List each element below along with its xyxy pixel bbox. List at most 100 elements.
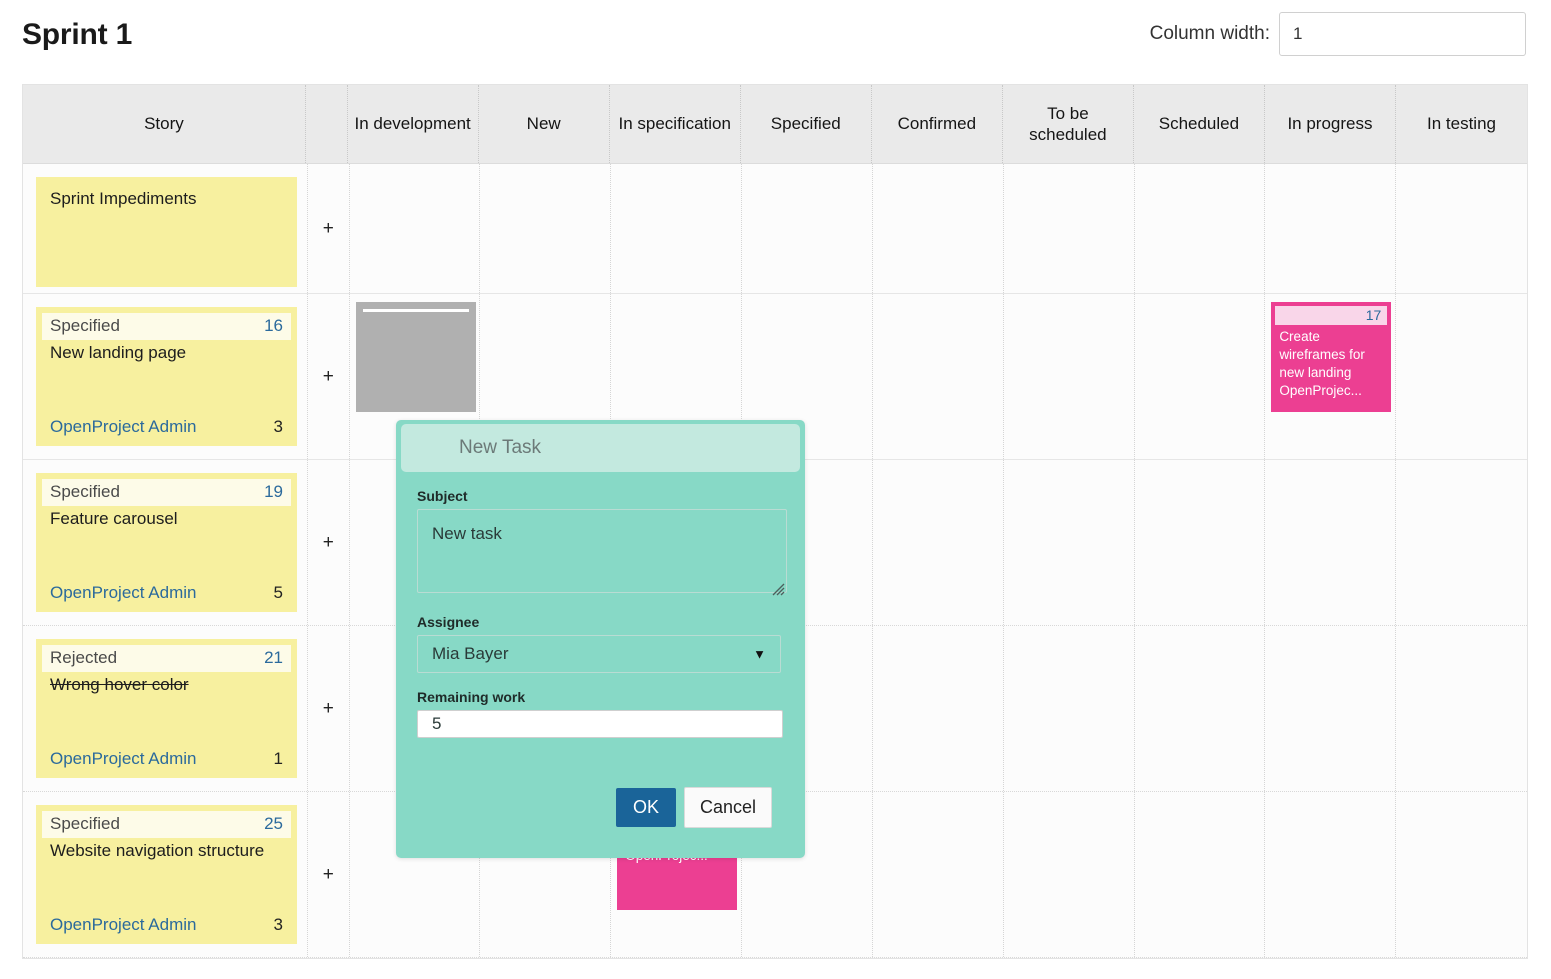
- story-card[interactable]: Specified 16 New landing page OpenProjec…: [36, 307, 297, 446]
- column-header-scheduled: Scheduled: [1134, 85, 1265, 163]
- story-status: Specified: [50, 482, 120, 502]
- assignee-label: Assignee: [417, 614, 784, 630]
- cell-in-testing[interactable]: [1396, 460, 1527, 625]
- chevron-down-icon: ▼: [753, 647, 766, 662]
- cell-in-progress[interactable]: [1265, 164, 1396, 293]
- column-width-label: Column width:: [1150, 23, 1270, 45]
- ok-button[interactable]: OK: [616, 788, 676, 827]
- story-id[interactable]: 21: [264, 648, 283, 668]
- column-header-in-testing: In testing: [1396, 85, 1527, 163]
- story-card[interactable]: Specified 19 Feature carousel OpenProjec…: [36, 473, 297, 612]
- story-status-bar: Specified 19: [42, 479, 291, 506]
- cancel-button[interactable]: Cancel: [684, 787, 772, 828]
- subject-input[interactable]: [417, 509, 787, 593]
- cell-in-testing[interactable]: [1396, 164, 1527, 293]
- cell-to-be-scheduled[interactable]: [1004, 460, 1135, 625]
- story-status: Specified: [50, 316, 120, 336]
- story-cell: Specified 25 Website navigation structur…: [23, 792, 308, 957]
- cell-in-development[interactable]: [350, 164, 481, 293]
- add-task-button[interactable]: +: [308, 164, 350, 293]
- cell-to-be-scheduled[interactable]: [1004, 164, 1135, 293]
- story-assignee[interactable]: OpenProject Admin: [50, 417, 196, 437]
- cell-specified[interactable]: [742, 164, 873, 293]
- story-id[interactable]: 16: [264, 316, 283, 336]
- cell-scheduled[interactable]: [1135, 792, 1266, 957]
- cell-confirmed[interactable]: [873, 626, 1004, 791]
- story-status: Rejected: [50, 648, 117, 668]
- column-header-in-specification: In specification: [610, 85, 741, 163]
- task-subject: Create wireframes for new landing: [1271, 325, 1391, 381]
- cell-scheduled[interactable]: [1135, 164, 1266, 293]
- story-points: 1: [274, 749, 283, 769]
- story-points: 3: [274, 417, 283, 437]
- column-header-in-development: In development: [348, 85, 479, 163]
- story-footer: OpenProject Admin 5: [36, 583, 297, 612]
- story-title: Sprint Impediments: [50, 189, 283, 209]
- cell-to-be-scheduled[interactable]: [1004, 792, 1135, 957]
- remaining-work-label: Remaining work: [417, 689, 784, 705]
- story-footer: OpenProject Admin 3: [36, 417, 297, 446]
- cell-in-progress[interactable]: [1265, 626, 1396, 791]
- cell-in-progress[interactable]: 17 Create wireframes for new landing Ope…: [1265, 294, 1396, 459]
- cell-in-testing[interactable]: [1396, 792, 1527, 957]
- story-footer: OpenProject Admin 3: [36, 915, 297, 944]
- cell-to-be-scheduled[interactable]: [1004, 626, 1135, 791]
- page-title: Sprint 1: [22, 18, 132, 52]
- column-width-input[interactable]: [1279, 12, 1526, 56]
- dialog-titlebar[interactable]: New Task: [401, 424, 800, 472]
- cell-confirmed[interactable]: [873, 164, 1004, 293]
- story-cell: Sprint Impediments: [23, 164, 308, 293]
- column-width-control: Column width:: [1150, 12, 1526, 56]
- cell-in-testing[interactable]: [1396, 294, 1527, 459]
- remaining-work-input[interactable]: [417, 710, 783, 738]
- cell-in-progress[interactable]: [1265, 792, 1396, 957]
- story-status: Specified: [50, 814, 120, 834]
- column-header-specified: Specified: [741, 85, 872, 163]
- story-card[interactable]: Sprint Impediments: [36, 177, 297, 287]
- cell-scheduled[interactable]: [1135, 460, 1266, 625]
- cell-scheduled[interactable]: [1135, 294, 1266, 459]
- task-id[interactable]: 17: [1366, 307, 1382, 323]
- column-header-to-be-scheduled: To be scheduled: [1003, 85, 1134, 163]
- task-assignee[interactable]: OpenProjec...: [1271, 381, 1391, 402]
- story-footer: OpenProject Admin 1: [36, 749, 297, 778]
- column-header-in-progress: In progress: [1265, 85, 1396, 163]
- story-subject: Website navigation structure: [36, 838, 297, 862]
- cell-confirmed[interactable]: [873, 792, 1004, 957]
- column-header-new: New: [479, 85, 610, 163]
- story-cell: Specified 19 Feature carousel OpenProjec…: [23, 460, 308, 625]
- task-header: 17: [1275, 306, 1387, 325]
- story-card[interactable]: Rejected 21 Wrong hover color OpenProjec…: [36, 639, 297, 778]
- cell-scheduled[interactable]: [1135, 626, 1266, 791]
- story-card[interactable]: Specified 25 Website navigation structur…: [36, 805, 297, 944]
- task-card[interactable]: 17 Create wireframes for new landing Ope…: [1271, 302, 1391, 412]
- assignee-value: Mia Bayer: [432, 644, 509, 664]
- story-status-bar: Specified 25: [42, 811, 291, 838]
- story-assignee[interactable]: OpenProject Admin: [50, 749, 196, 769]
- story-id[interactable]: 25: [264, 814, 283, 834]
- add-task-button[interactable]: +: [308, 294, 350, 459]
- cell-to-be-scheduled[interactable]: [1004, 294, 1135, 459]
- column-header-story: Story: [23, 85, 306, 163]
- cell-confirmed[interactable]: [873, 460, 1004, 625]
- add-task-button[interactable]: +: [308, 792, 350, 957]
- cell-in-progress[interactable]: [1265, 460, 1396, 625]
- add-task-button[interactable]: +: [308, 626, 350, 791]
- add-task-button[interactable]: +: [308, 460, 350, 625]
- cell-new[interactable]: [480, 164, 611, 293]
- story-status-bar: Specified 16: [42, 313, 291, 340]
- cell-in-specification[interactable]: [611, 164, 742, 293]
- story-id[interactable]: 19: [264, 482, 283, 502]
- dialog-title: New Task: [459, 437, 541, 459]
- top-bar: Sprint 1 Column width:: [0, 0, 1551, 82]
- cell-in-testing[interactable]: [1396, 626, 1527, 791]
- story-cell: Specified 16 New landing page OpenProjec…: [23, 294, 308, 459]
- story-cell: Rejected 21 Wrong hover color OpenProjec…: [23, 626, 308, 791]
- story-points: 3: [274, 915, 283, 935]
- column-header-confirmed: Confirmed: [872, 85, 1003, 163]
- story-assignee[interactable]: OpenProject Admin: [50, 915, 196, 935]
- story-subject: Feature carousel: [36, 506, 297, 530]
- cell-confirmed[interactable]: [873, 294, 1004, 459]
- story-assignee[interactable]: OpenProject Admin: [50, 583, 196, 603]
- assignee-select[interactable]: Mia Bayer ▼: [417, 635, 781, 673]
